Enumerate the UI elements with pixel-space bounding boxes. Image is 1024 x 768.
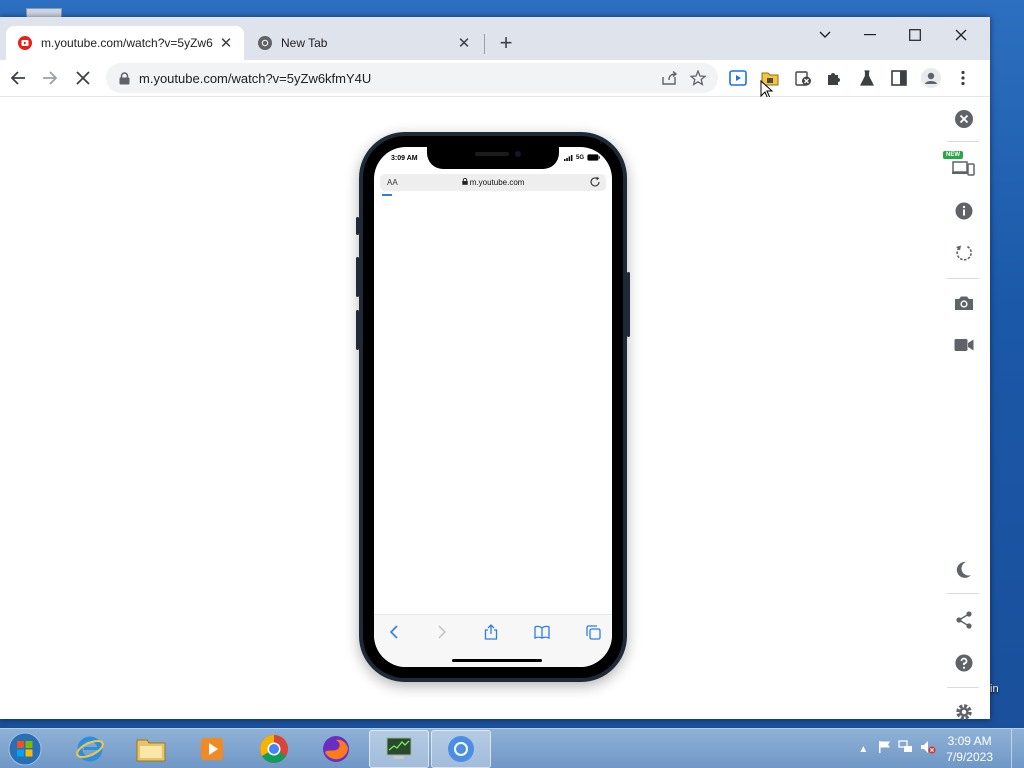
close-window-button[interactable] — [946, 23, 976, 47]
bookmark-star-icon[interactable] — [684, 64, 712, 92]
phone-status-indicators: 5G — [563, 154, 600, 161]
share-page-icon[interactable] — [656, 64, 684, 92]
action-center-flag-icon[interactable] — [878, 740, 892, 759]
clock-date: 7/9/2023 — [946, 750, 993, 764]
phone-status-time: 3:09 AM — [391, 155, 418, 162]
close-icon[interactable] — [952, 107, 976, 131]
safari-address-bar[interactable]: m.youtube.com AA — [380, 174, 606, 191]
phone-notch — [427, 147, 559, 169]
url-text[interactable]: m.youtube.com/watch?v=5yZw6kfmY4U — [139, 71, 656, 86]
minimize-button[interactable] — [855, 23, 885, 47]
firefox-icon[interactable] — [306, 730, 366, 768]
safari-tabs-icon[interactable] — [584, 623, 602, 641]
file-explorer-icon[interactable] — [121, 730, 181, 768]
new-tab-button[interactable]: + — [495, 30, 517, 55]
page-content: 3:09 AM 5G m.youtube.com AA NEW — [0, 97, 990, 720]
media-player-icon[interactable] — [182, 730, 242, 768]
chrome-taskbar-icon[interactable] — [244, 730, 304, 768]
tab-title: New Tab — [281, 36, 328, 50]
tab-separator — [484, 34, 485, 54]
stop-loading-button[interactable] — [71, 66, 95, 90]
volume-muted-icon[interactable] — [920, 740, 936, 759]
system-tray: ▲ 3:09 AM 7/9/2023 — [858, 729, 1024, 768]
tab-search-icon[interactable] — [810, 23, 840, 47]
safari-bottom-toolbar — [374, 614, 612, 667]
phone-mute-switch — [356, 217, 359, 235]
safari-reload-icon[interactable] — [589, 176, 601, 188]
menu-kebab-icon[interactable] — [952, 67, 974, 89]
start-button[interactable] — [2, 731, 48, 767]
share-icon[interactable] — [952, 608, 976, 632]
clock-time: 3:09 AM — [947, 734, 992, 748]
close-tab-icon[interactable]: ✕ — [454, 33, 474, 53]
side-panel-icon[interactable] — [888, 67, 910, 89]
task-manager-icon[interactable] — [369, 730, 429, 768]
internet-explorer-icon[interactable] — [60, 730, 120, 768]
settings-icon[interactable] — [952, 700, 976, 724]
chromium-icon[interactable] — [431, 730, 491, 768]
desktop-icon-label: in — [990, 683, 999, 695]
safari-progress-bar — [382, 194, 392, 196]
browser-toolbar: m.youtube.com/watch?v=5yZw6kfmY4U — [0, 60, 990, 100]
extensions-puzzle-icon[interactable] — [823, 67, 845, 89]
phone-volume-down — [356, 310, 359, 350]
extension-blocked-icon[interactable] — [792, 67, 814, 89]
browser-window: m.youtube.com/watch?v=5yZw6 ✕ New Tab ✕ … — [0, 17, 990, 720]
info-icon[interactable] — [952, 199, 976, 223]
chrome-icon — [257, 35, 273, 51]
signal-icon — [563, 154, 573, 161]
safari-url-text: m.youtube.com — [469, 178, 525, 187]
lock-icon[interactable] — [118, 71, 130, 85]
phone-mockup: 3:09 AM 5G m.youtube.com AA — [356, 132, 630, 682]
battery-icon — [587, 154, 600, 161]
network-icon[interactable] — [898, 739, 914, 759]
safari-bookmarks-icon[interactable] — [533, 623, 551, 641]
phone-volume-up — [356, 257, 359, 297]
phone-power-button — [627, 272, 630, 337]
safari-share-icon[interactable] — [482, 623, 500, 641]
youtube-icon — [17, 35, 33, 51]
tab-youtube[interactable]: m.youtube.com/watch?v=5yZw6 ✕ — [6, 26, 244, 60]
rotate-icon[interactable] — [952, 241, 976, 265]
address-bar[interactable]: m.youtube.com/watch?v=5yZw6kfmY4U — [106, 63, 718, 93]
safari-forward-icon[interactable] — [433, 623, 451, 641]
forward-button[interactable] — [38, 66, 62, 90]
tray-expand-icon[interactable]: ▲ — [858, 744, 868, 755]
camera-icon[interactable] — [952, 291, 976, 315]
network-label: 5G — [575, 154, 584, 161]
tab-strip: m.youtube.com/watch?v=5yZw6 ✕ New Tab ✕ … — [0, 17, 990, 60]
phone-screen: 3:09 AM 5G m.youtube.com AA — [374, 147, 612, 667]
profile-avatar-icon[interactable] — [920, 67, 942, 89]
labs-flask-icon[interactable] — [856, 67, 878, 89]
back-button[interactable] — [6, 66, 30, 90]
safari-lock-icon — [461, 177, 468, 185]
safari-back-icon[interactable] — [385, 623, 403, 641]
close-tab-icon[interactable]: ✕ — [216, 33, 236, 53]
extension-player-icon[interactable] — [727, 67, 749, 89]
tab-title: m.youtube.com/watch?v=5yZw6 — [41, 36, 213, 50]
maximize-button[interactable] — [900, 23, 930, 47]
clock[interactable]: 3:09 AM 7/9/2023 — [946, 733, 993, 765]
tab-new-tab[interactable]: New Tab ✕ — [246, 26, 482, 60]
dark-mode-icon[interactable] — [952, 558, 976, 582]
show-desktop-button[interactable] — [1011, 729, 1024, 768]
video-icon[interactable] — [952, 333, 976, 357]
windows-taskbar: ▲ 3:09 AM 7/9/2023 — [0, 728, 1024, 768]
devices-icon[interactable] — [952, 155, 976, 179]
help-icon[interactable] — [952, 651, 976, 675]
safari-reader-button[interactable]: AA — [387, 178, 398, 187]
phone-home-indicator — [452, 659, 542, 662]
